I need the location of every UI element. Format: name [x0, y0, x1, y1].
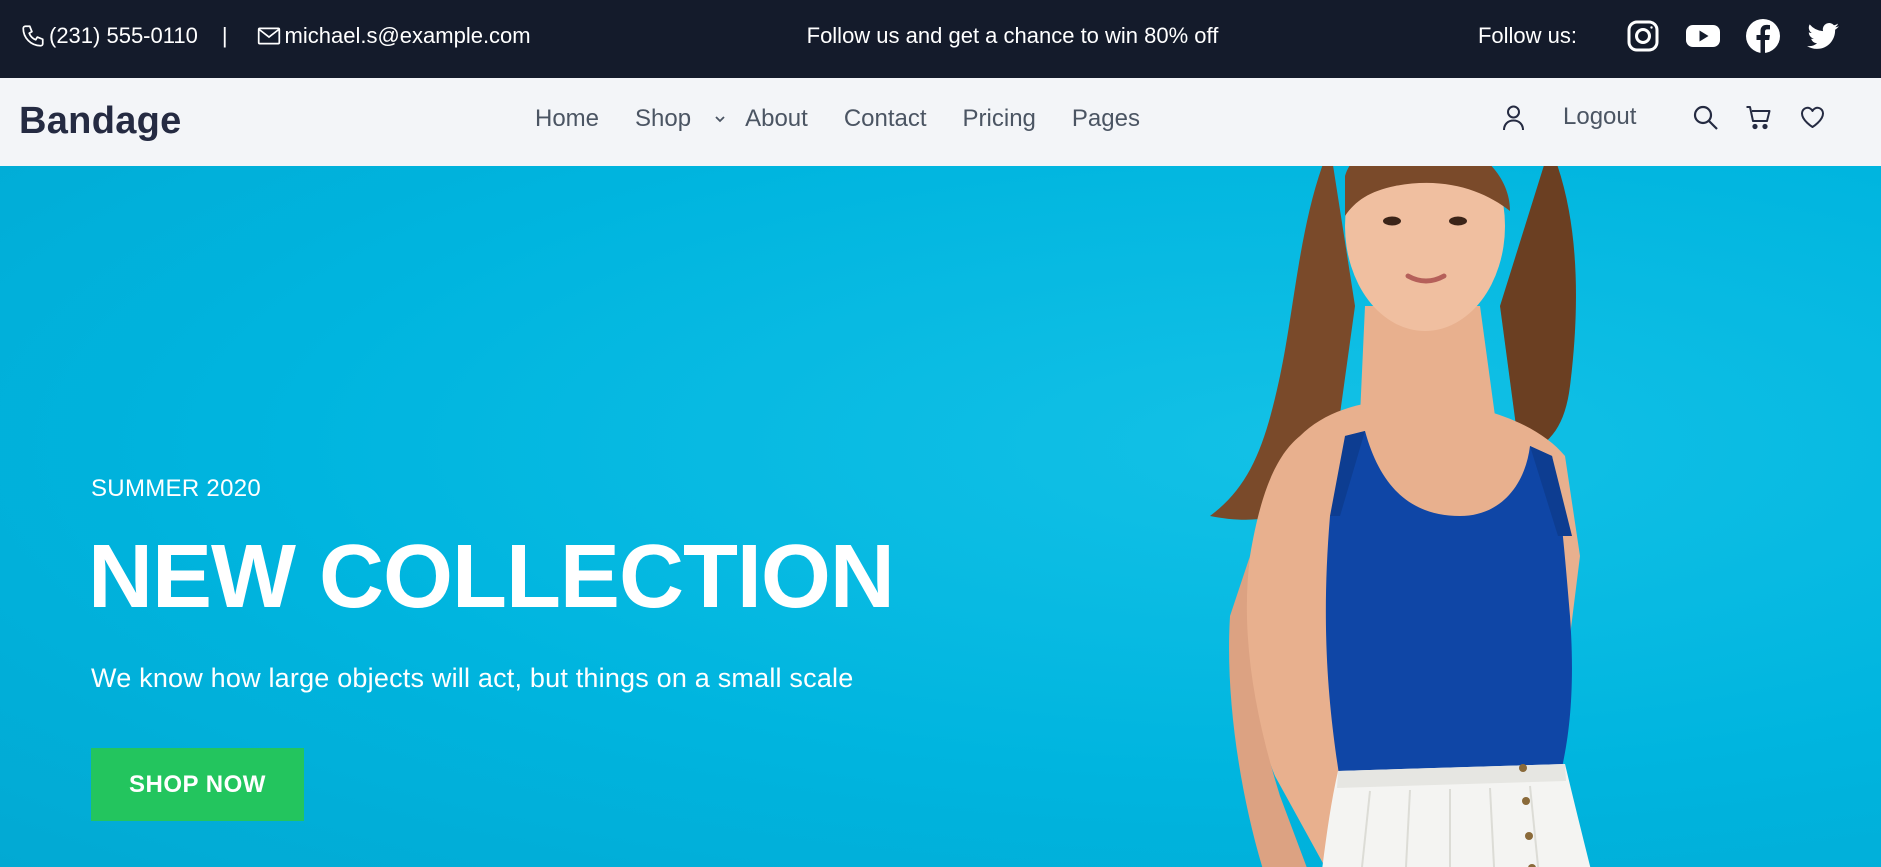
phone-number[interactable]: (231) 555-0110	[49, 23, 198, 49]
shop-now-button[interactable]: SHOP NOW	[91, 748, 304, 821]
heart-icon[interactable]	[1799, 104, 1826, 131]
top-bar: (231) 555-0110 | michael.s@example.com F…	[0, 0, 1881, 78]
search-icon[interactable]	[1692, 104, 1719, 131]
facebook-icon[interactable]	[1745, 18, 1781, 54]
nav-pricing[interactable]: Pricing	[963, 105, 1036, 133]
hero-tagline: We know how large objects will act, but …	[91, 663, 854, 693]
main-menu: Home Shop About Contact Pricing Pages	[535, 78, 1176, 160]
contact-info: (231) 555-0110 | michael.s@example.com	[20, 0, 531, 71]
nav-actions: Logout	[1500, 78, 1826, 156]
nav-contact[interactable]: Contact	[844, 105, 927, 133]
email-address[interactable]: michael.s@example.com	[285, 23, 531, 49]
chevron-down-icon	[711, 110, 729, 128]
nav-home[interactable]: Home	[535, 105, 599, 133]
youtube-icon[interactable]	[1685, 18, 1721, 54]
cart-icon[interactable]	[1745, 104, 1772, 131]
hero-section: SUMMER 2020 NEW COLLECTION We know how l…	[0, 166, 1881, 867]
nav-shop-label: Shop	[635, 105, 692, 132]
logout-link[interactable]: Logout	[1563, 103, 1636, 131]
instagram-icon[interactable]	[1625, 18, 1661, 54]
contact-separator: |	[221, 22, 228, 48]
twitter-icon[interactable]	[1805, 18, 1841, 54]
hero-headline: NEW COLLECTION	[88, 527, 895, 627]
nav-shop[interactable]: Shop	[635, 105, 729, 133]
user-icon[interactable]	[1500, 104, 1527, 131]
follow-label: Follow us:	[1477, 22, 1577, 48]
promo-text: Follow us and get a chance to win 80% of…	[806, 22, 1219, 48]
nav-about[interactable]: About	[745, 105, 808, 133]
mail-icon	[256, 23, 282, 49]
social-links: Follow us:	[1478, 0, 1841, 71]
phone-icon	[20, 23, 46, 49]
hero-model-image	[1210, 166, 1591, 867]
nav-pages[interactable]: Pages	[1072, 105, 1140, 133]
hero-season-label: SUMMER 2020	[91, 475, 262, 502]
brand-logo[interactable]: Bandage	[19, 100, 182, 143]
main-navbar: Bandage Home Shop About Contact Pricing …	[0, 78, 1881, 166]
